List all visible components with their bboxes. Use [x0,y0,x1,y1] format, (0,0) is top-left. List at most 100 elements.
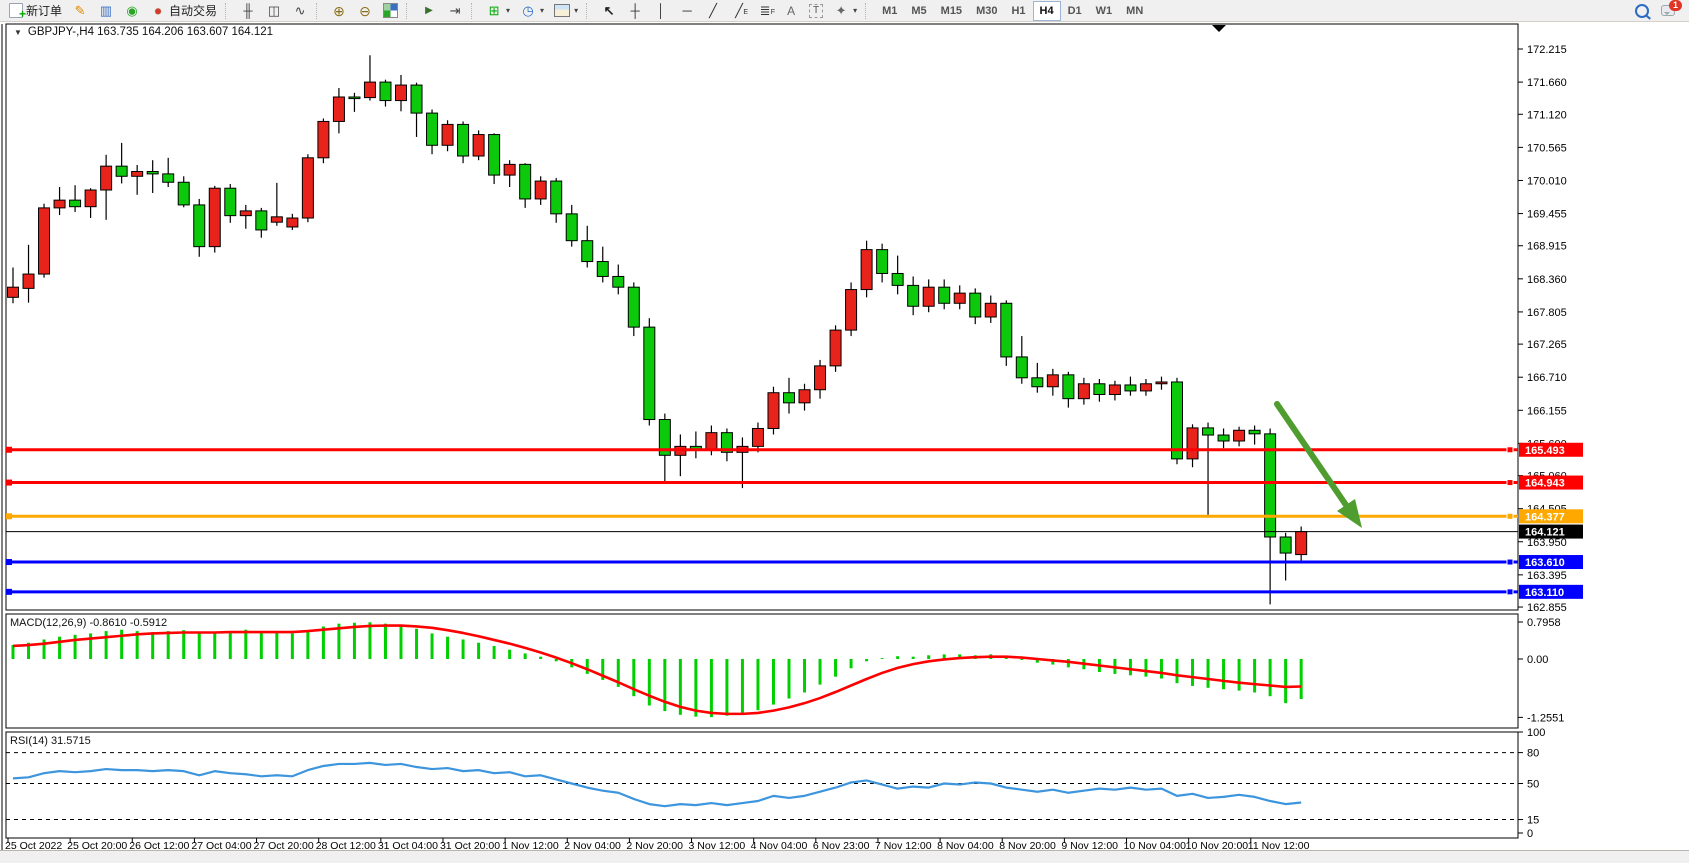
toolbar-separator [316,3,323,19]
trendline-button[interactable] [700,0,726,22]
symbol-ohlc-text: GBPJPY-,H4 163.735 164.206 163.607 164.1… [28,26,273,38]
chart-area[interactable]: 172.215171.660171.120170.565170.010169.4… [0,0,1689,863]
auto-scroll-button[interactable] [416,0,442,22]
search-icon[interactable] [1635,4,1649,18]
svg-text:167.265: 167.265 [1527,339,1567,351]
toolbar-separator [471,3,478,19]
timeframe-m1-button[interactable]: M1 [875,1,904,21]
chevron-down-icon[interactable]: ▾ [574,6,578,15]
svg-text:170.565: 170.565 [1527,142,1567,154]
chart-window-icon [98,3,114,19]
timeframe-m15-button[interactable]: M15 [934,1,969,21]
collapse-triangle-icon[interactable]: ▼ [14,28,22,37]
svg-text:50: 50 [1527,779,1539,791]
chat-icon[interactable]: 1 [1661,5,1675,16]
timeframe-m30-button[interactable]: M30 [969,1,1004,21]
timeframe-h4-button[interactable]: H4 [1033,1,1061,21]
bar-chart-button[interactable] [235,0,261,22]
timeframe-m5-button[interactable]: M5 [904,1,933,21]
svg-text:100: 100 [1527,727,1545,739]
bar-chart-icon [240,3,256,19]
fibonacci-icon [757,3,773,19]
shapes-icon [833,3,849,19]
svg-text:165.493: 165.493 [1525,445,1565,457]
tile-windows-button[interactable] [378,0,403,22]
template-icon [554,4,570,17]
svg-text:15: 15 [1527,815,1539,827]
chart-shift-button[interactable] [442,0,468,22]
svg-text:169.455: 169.455 [1527,209,1567,221]
timeframe-w1-button[interactable]: W1 [1089,1,1120,21]
cursor-button[interactable] [596,0,622,22]
new-chart-button[interactable]: ▾ [481,0,515,22]
zoom-in-button[interactable] [326,0,352,22]
svg-text:166.710: 166.710 [1527,372,1567,384]
template-button[interactable]: ▾ [549,0,583,22]
period-icon [520,3,536,19]
horizontal-line-icon [679,3,695,19]
svg-text:168.360: 168.360 [1527,274,1567,286]
candlestick-chart-button[interactable] [261,0,287,22]
svg-text:164.377: 164.377 [1525,511,1565,523]
svg-text:170.010: 170.010 [1527,175,1567,187]
horizontal-scrollbar-strip[interactable] [0,850,1689,863]
main-toolbar: 新订单 自动交易 ▾ ▾ ▾ ▾ M1M5M15M30H1H4D1W1MN 1 [0,0,1689,22]
trendline-icon [705,3,721,19]
auto-scroll-icon [421,3,437,19]
chart-window-button[interactable] [93,0,119,22]
horizontal-line-button[interactable] [674,0,700,22]
chevron-down-icon[interactable]: ▾ [853,6,857,15]
toolbar-button-label: 新订单 [26,2,62,19]
new-order-icon [9,3,23,18]
new-order-button[interactable]: 新订单 [4,0,67,22]
svg-text:-1.2551: -1.2551 [1527,712,1564,724]
toolbar-separator [406,3,413,19]
svg-text:168.915: 168.915 [1527,241,1567,253]
chevron-down-icon[interactable]: ▾ [540,6,544,15]
svg-text:167.805: 167.805 [1527,307,1567,319]
rsi-indicator-label: RSI(14) 31.5715 [10,735,91,747]
chart-shift-icon [447,3,463,19]
toolbar-separator [225,3,232,19]
svg-text:172.215: 172.215 [1527,44,1567,56]
autotrading-button[interactable]: 自动交易 [145,0,222,22]
text-icon [783,3,799,19]
toolbar-button-label: 自动交易 [169,2,217,19]
chart-canvas: 172.215171.660171.120170.565170.010169.4… [0,0,1689,863]
zoom-in-icon [331,3,347,19]
timeframe-mn-button[interactable]: MN [1119,1,1150,21]
svg-text:164.121: 164.121 [1525,527,1565,539]
svg-text:163.610: 163.610 [1525,557,1565,569]
equidistant-channel-icon [731,3,747,19]
zoom-out-button[interactable] [352,0,378,22]
svg-text:171.120: 171.120 [1527,109,1567,121]
text-label-button[interactable] [804,0,828,22]
vertical-line-button[interactable] [648,0,674,22]
svg-text:0: 0 [1527,828,1533,840]
highlighter-icon [72,3,88,19]
timeframe-h1-button[interactable]: H1 [1004,1,1032,21]
macd-indicator-label: MACD(12,26,9) -0.8610 -0.5912 [10,617,167,629]
symbol-title[interactable]: ▼ GBPJPY-,H4 163.735 164.206 163.607 164.… [14,26,273,38]
zoom-out-icon [357,3,373,19]
vertical-line-icon [653,3,669,19]
svg-text:163.395: 163.395 [1527,570,1567,582]
highlighter-button[interactable] [67,0,93,22]
toolbar-separator [586,3,593,19]
period-button[interactable]: ▾ [515,0,549,22]
chevron-down-icon[interactable]: ▾ [506,6,510,15]
equidistant-channel-button[interactable] [726,0,752,22]
signal-button[interactable] [119,0,145,22]
shapes-button[interactable]: ▾ [828,0,862,22]
fibonacci-button[interactable] [752,0,778,22]
svg-text:163.110: 163.110 [1525,587,1564,599]
timeframe-d1-button[interactable]: D1 [1061,1,1089,21]
crosshair-button[interactable] [622,0,648,22]
svg-text:0.00: 0.00 [1527,654,1548,666]
signal-icon [124,3,140,19]
text-button[interactable] [778,0,804,22]
line-chart-button[interactable] [287,0,313,22]
tile-windows-icon [383,3,398,18]
line-chart-icon [292,3,308,19]
svg-text:80: 80 [1527,748,1539,760]
